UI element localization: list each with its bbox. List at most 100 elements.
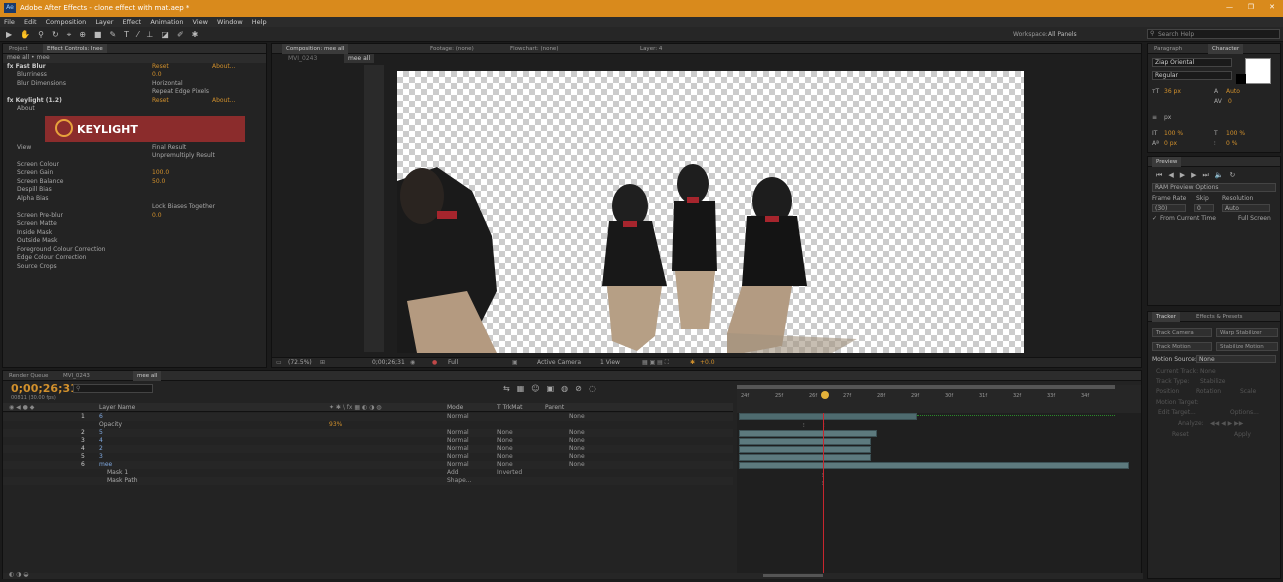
scale-checkbox[interactable]: Scale (1240, 388, 1256, 395)
selection-tool-icon[interactable]: ▶ (6, 30, 20, 39)
comp-flowchart-icon[interactable]: ⇆ (503, 384, 517, 393)
layer-name[interactable]: Mask Path (107, 477, 138, 485)
fill-color-swatch[interactable] (1245, 58, 1271, 84)
play-icon[interactable]: ▶ (1180, 171, 1191, 179)
pen-tool-icon[interactable]: ✎ (109, 30, 124, 39)
table-row[interactable]: 1 6 Normal None (3, 413, 733, 421)
layer-name[interactable]: 6 (99, 413, 103, 421)
tab-project[interactable]: Project (9, 46, 28, 52)
table-row[interactable]: 4 2 Normal None None (3, 445, 733, 453)
effect-about-link[interactable]: About... (212, 63, 235, 72)
effect-row[interactable]: Screen Gain 100.0 (7, 169, 266, 178)
effect-row-value[interactable]: Reset (152, 63, 169, 72)
playhead-handle[interactable] (821, 391, 829, 399)
view-layout-dropdown[interactable]: 1 View (600, 359, 620, 366)
layer-bar-6[interactable] (739, 462, 1129, 469)
exposure-icon[interactable]: ✱ (690, 359, 695, 366)
graph-editor-icon[interactable]: ⊘ (575, 384, 589, 393)
effect-row-value[interactable]: 100.0 (152, 169, 169, 178)
tab-paragraph[interactable]: Paragraph (1154, 46, 1182, 52)
tab-composition[interactable]: Composition: mee all (282, 44, 349, 54)
stabilize-motion-button[interactable]: Stabilize Motion (1216, 342, 1278, 351)
effect-row[interactable]: Inside Mask (7, 229, 266, 238)
toggle-icons[interactable]: ▦ ▣ ▤ ⛶ (642, 359, 669, 367)
edit-target-button[interactable]: Edit Target... (1158, 409, 1196, 416)
first-frame-icon[interactable]: ⏮ (1156, 171, 1168, 179)
roto-tool-icon[interactable]: ✐ (177, 30, 192, 39)
column-trkmat[interactable]: T TrkMat (497, 404, 523, 411)
resolution-dropdown[interactable]: Auto (1222, 204, 1270, 212)
tab-mvi[interactable]: MVI_0243 (63, 373, 90, 379)
snapshot-icon[interactable]: ◉ (410, 359, 415, 366)
tab-mee-all[interactable]: mee all (133, 371, 162, 381)
minimize-button[interactable]: — (1226, 3, 1233, 11)
tab-character[interactable]: Character (1208, 44, 1244, 54)
tab-flowchart[interactable]: Flowchart: (none) (510, 46, 558, 52)
opacity-value[interactable]: 93% (329, 421, 342, 429)
rotation-checkbox[interactable]: Rotation (1196, 388, 1221, 395)
menu-view[interactable]: View (193, 18, 208, 26)
layer-bar-3[interactable] (739, 438, 871, 445)
region-icon[interactable]: ▭ (276, 359, 282, 366)
reset-button[interactable]: Reset (1172, 431, 1189, 438)
full-screen-label[interactable]: Full Screen (1238, 215, 1271, 222)
close-button[interactable]: ✕ (1269, 3, 1275, 11)
baseline-value[interactable]: 0 px (1164, 140, 1177, 147)
motion-source-dropdown[interactable]: None (1196, 355, 1276, 363)
puppet-tool-icon[interactable]: ✱ (192, 30, 207, 39)
camera-dropdown[interactable]: Active Camera (537, 359, 581, 366)
layer-name[interactable]: Mask 1 (107, 469, 128, 477)
effect-row[interactable]: fx Keylight (1.2) Reset About... (7, 97, 266, 106)
apply-button[interactable]: Apply (1234, 431, 1251, 438)
camera-tool-icon[interactable]: ⌖ (67, 30, 80, 39)
effect-row[interactable]: Repeat Edge Pixels (7, 88, 266, 97)
table-row[interactable]: 5 3 Normal None None (3, 453, 733, 461)
effect-row-value[interactable]: Final Result (152, 144, 186, 153)
zoom-tool-icon[interactable]: ⚲ (38, 30, 52, 39)
tab-render-queue[interactable]: Render Queue (9, 373, 48, 379)
table-row[interactable]: Opacity 93% (3, 421, 733, 429)
zoom-dropdown[interactable]: (72.5%) (288, 359, 312, 366)
brainstorm-icon[interactable]: ◌ (589, 384, 603, 393)
next-frame-icon[interactable]: ▶ (1191, 171, 1202, 179)
vertical-scale-value[interactable]: 100 % (1164, 130, 1183, 137)
timeline-search[interactable]: ⚲ (73, 384, 153, 393)
rotate-tool-icon[interactable]: ↻ (52, 30, 67, 39)
layer-bar-1[interactable] (739, 413, 917, 420)
layer-name[interactable]: 3 (99, 453, 103, 461)
font-family-dropdown[interactable]: Ziap Oriental (1152, 58, 1232, 67)
effect-row[interactable]: Lock Biases Together (7, 203, 266, 212)
layer-bar-5[interactable] (739, 454, 871, 461)
tab-effect-controls[interactable]: Effect Controls: Inee (43, 44, 107, 53)
subtab-mee-all[interactable]: mee all (344, 54, 375, 63)
menu-file[interactable]: File (4, 18, 15, 26)
current-timecode[interactable]: 0;00;26;31 (11, 382, 78, 395)
pan-tool-icon[interactable]: ⊕ (79, 30, 94, 39)
stroke-unit[interactable]: px (1164, 114, 1171, 121)
effect-row-value[interactable]: 0.0 (152, 71, 162, 80)
grid-icon[interactable]: ⊞ (320, 359, 325, 366)
tab-layer[interactable]: Layer: 4 (640, 46, 662, 52)
layer-name[interactable]: mee (99, 461, 112, 469)
effect-row[interactable]: Blur Dimensions Horizontal (7, 80, 266, 89)
effect-row-value[interactable]: 50.0 (152, 178, 165, 187)
tab-effects-presets[interactable]: Effects & Presets (1196, 314, 1243, 320)
layer-name[interactable]: 4 (99, 437, 103, 445)
leading-value[interactable]: Auto (1226, 88, 1240, 95)
menu-effect[interactable]: Effect (123, 18, 142, 26)
effect-row-value[interactable]: 0.0 (152, 212, 162, 221)
layer-name[interactable]: 5 (99, 429, 103, 437)
table-row[interactable]: 2 5 Normal None None (3, 429, 733, 437)
shy-icon[interactable]: ☺ (531, 384, 546, 393)
workspace-dropdown[interactable]: All Panels (1048, 31, 1077, 38)
maximize-button[interactable]: ❐ (1248, 3, 1254, 11)
last-frame-icon[interactable]: ⏭ (1202, 171, 1214, 179)
tab-preview[interactable]: Preview (1152, 157, 1182, 167)
comp-viewer[interactable] (397, 71, 1024, 353)
effect-row[interactable]: View Final Result (7, 144, 266, 153)
effect-row[interactable]: Despill Bias (7, 186, 266, 195)
track-type-value[interactable]: Stabilize (1200, 378, 1226, 385)
tsume-value[interactable]: 0 % (1226, 140, 1237, 147)
table-row[interactable]: Mask Path Shape... (3, 477, 733, 485)
position-checkbox[interactable]: Position (1156, 388, 1179, 395)
